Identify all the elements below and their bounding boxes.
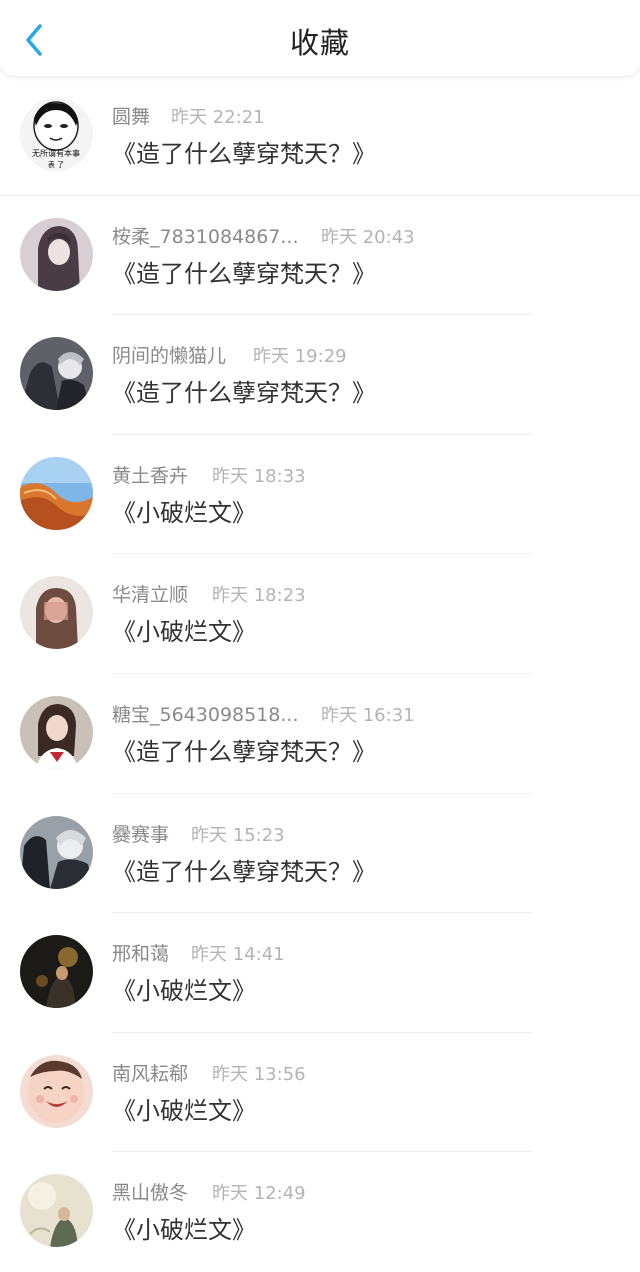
timestamp: 昨天 18:23 bbox=[212, 585, 306, 607]
favorite-item[interactable]: 邢和蔼 昨天 14:41 《小破烂文》 bbox=[0, 913, 640, 1033]
top-nav-bar: 收藏 bbox=[0, 0, 640, 76]
favorite-item[interactable]: 阴间的懒猫儿 昨天 19:29 《造了什么孽穿梵天？》 bbox=[0, 315, 640, 435]
avatar bbox=[20, 1174, 93, 1248]
user-name: 黄土香卉 bbox=[112, 464, 189, 487]
timestamp: 昨天 16:31 bbox=[321, 704, 415, 726]
timestamp: 昨天 15:23 bbox=[191, 824, 285, 846]
book-title: 《造了什么孽穿梵天？》 bbox=[112, 857, 376, 886]
book-title: 《造了什么孽穿梵天？》 bbox=[112, 140, 376, 168]
avatar bbox=[20, 935, 93, 1009]
timestamp: 昨天 14:41 bbox=[191, 944, 285, 966]
svg-text:表 了: 表 了 bbox=[48, 160, 64, 169]
avatar bbox=[20, 1054, 93, 1128]
avatar bbox=[20, 456, 93, 530]
favorite-item[interactable]: 华清立顺 昨天 18:23 《小破烂文》 bbox=[0, 554, 640, 674]
timestamp: 昨天 13:56 bbox=[212, 1063, 306, 1085]
avatar bbox=[20, 337, 93, 411]
user-name: 圆舞 bbox=[112, 106, 151, 128]
user-name: 桉柔_7831084867... bbox=[112, 225, 299, 248]
user-name: 黑山傲冬 bbox=[112, 1182, 189, 1205]
user-name: 阴间的懒猫儿 bbox=[112, 345, 227, 368]
book-title: 《造了什么孽穿梵天？》 bbox=[112, 259, 376, 288]
user-name: 糖宝_5643098518... bbox=[112, 703, 299, 726]
book-title: 《小破烂文》 bbox=[112, 618, 256, 647]
avatar: 无所谓有本事 表 了 bbox=[20, 98, 93, 171]
page-title: 收藏 bbox=[289, 26, 350, 60]
timestamp: 昨天 18:33 bbox=[212, 465, 306, 487]
favorites-list: 无所谓有本事 表 了 圆舞 昨天 22:21 《造了什么孽穿梵天？》 桉柔_78… bbox=[0, 76, 640, 1272]
timestamp: 昨天 22:21 bbox=[171, 107, 265, 128]
favorite-item[interactable]: 南风耘郗 昨天 13:56 《小破烂文》 bbox=[0, 1033, 640, 1153]
svg-text:无所谓有本事: 无所谓有本事 bbox=[32, 148, 80, 158]
avatar bbox=[20, 695, 93, 769]
favorite-item[interactable]: 桉柔_7831084867... 昨天 20:43 《造了什么孽穿梵天？》 bbox=[0, 196, 640, 316]
timestamp: 昨天 19:29 bbox=[253, 346, 347, 368]
book-title: 《小破烂文》 bbox=[112, 1216, 256, 1245]
favorite-item[interactable]: 爨赛事 昨天 15:23 《造了什么孽穿梵天？》 bbox=[0, 794, 640, 914]
book-title: 《造了什么孽穿梵天？》 bbox=[112, 737, 376, 766]
user-name: 华清立顺 bbox=[112, 584, 189, 607]
favorite-item[interactable]: 糖宝_5643098518... 昨天 16:31 《造了什么孽穿梵天？》 bbox=[0, 674, 640, 794]
avatar bbox=[20, 815, 93, 889]
book-title: 《小破烂文》 bbox=[112, 1096, 256, 1125]
favorite-item[interactable]: 黑山傲冬 昨天 12:49 《小破烂文》 bbox=[0, 1152, 640, 1272]
user-name: 南风耘郗 bbox=[112, 1062, 189, 1085]
timestamp: 昨天 12:49 bbox=[212, 1183, 306, 1205]
book-title: 《小破烂文》 bbox=[112, 498, 256, 527]
favorite-item[interactable]: 无所谓有本事 表 了 圆舞 昨天 22:21 《造了什么孽穿梵天？》 bbox=[0, 76, 640, 196]
avatar bbox=[20, 576, 93, 650]
avatar bbox=[20, 217, 93, 291]
book-title: 《小破烂文》 bbox=[112, 977, 256, 1006]
book-title: 《造了什么孽穿梵天？》 bbox=[112, 379, 376, 408]
user-name: 邢和蔼 bbox=[112, 943, 170, 966]
user-name: 爨赛事 bbox=[112, 823, 170, 846]
timestamp: 昨天 20:43 bbox=[321, 226, 415, 248]
favorite-item[interactable]: 黄土香卉 昨天 18:33 《小破烂文》 bbox=[0, 435, 640, 555]
